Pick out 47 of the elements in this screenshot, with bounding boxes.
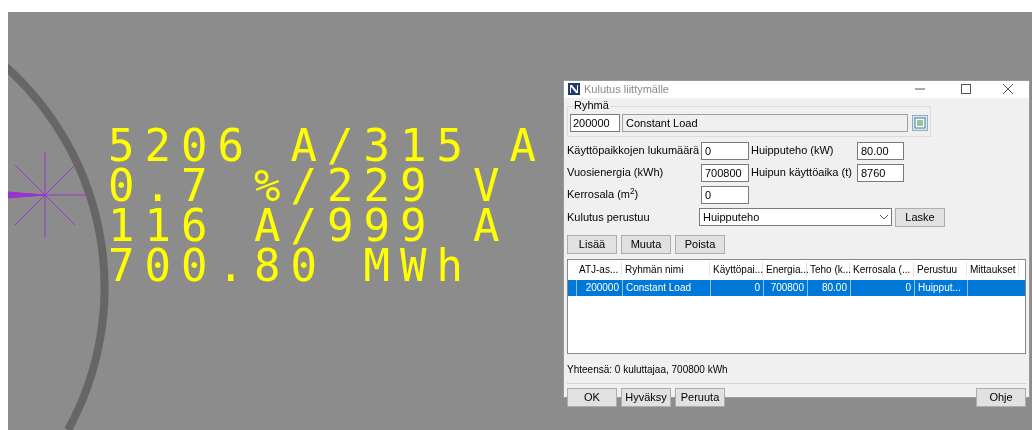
input-field[interactable]: 700800 bbox=[701, 163, 749, 182]
maximize-icon[interactable] bbox=[961, 84, 971, 95]
field-label: Kulutus perustuu bbox=[567, 209, 651, 225]
column-header[interactable]: Kerrosala (... bbox=[850, 262, 914, 277]
measurement-label: 0.7 %/229 V bbox=[108, 166, 510, 206]
basis-dropdown[interactable]: Huipputeho bbox=[699, 208, 892, 226]
measurement-label: 5206 A/315 A bbox=[108, 126, 546, 166]
column-header[interactable]: ATJ-as... bbox=[576, 262, 622, 277]
action-button[interactable]: Lisää bbox=[567, 234, 617, 254]
input-field[interactable]: 8760 bbox=[857, 163, 904, 182]
table-row[interactable]: 200000 Constant Load 0 700800 80.00 0 Huipput... bbox=[568, 279, 1025, 296]
action-button[interactable]: OK bbox=[567, 387, 617, 407]
action-button[interactable]: Poista bbox=[675, 234, 725, 254]
input-field[interactable]: 0 bbox=[701, 141, 749, 160]
table-cell: 700800 bbox=[763, 279, 807, 296]
table-cell: 0 bbox=[710, 279, 763, 296]
measurement-label: 700.80 MWh bbox=[108, 246, 474, 286]
table-cell: 200000 bbox=[576, 279, 622, 296]
column-header[interactable]: Teho (k... bbox=[807, 262, 850, 277]
table-cell: Constant Load bbox=[622, 279, 710, 296]
measurement-label: 116 A/999 A bbox=[108, 206, 511, 246]
field-label: Huipun käyttöaika (t) bbox=[751, 165, 853, 181]
calculate-button[interactable]: Laske bbox=[895, 207, 945, 227]
table-cell: Huipput... bbox=[914, 279, 967, 296]
action-button[interactable]: Hyväksy bbox=[621, 387, 671, 407]
help-button[interactable]: Ohje bbox=[976, 387, 1026, 407]
table-cell: 80.00 bbox=[807, 279, 850, 296]
group-code-field[interactable]: 200000 bbox=[570, 114, 620, 132]
field-label: Käyttöpaikkojen lukumäärä bbox=[567, 143, 699, 159]
close-icon[interactable] bbox=[1003, 84, 1013, 95]
action-button[interactable]: Peruuta bbox=[675, 387, 725, 407]
column-header[interactable]: Ryhmän nimi bbox=[622, 262, 710, 277]
input-field[interactable]: 80.00 bbox=[857, 141, 904, 160]
input-field[interactable]: 0 bbox=[701, 185, 749, 204]
summary-text: Yhteensä: 0 kuluttajaa, 700800 kWh bbox=[567, 362, 729, 377]
table-cell: 0 bbox=[850, 279, 914, 296]
chevron-icon bbox=[880, 214, 888, 220]
field-label: Vuosienergia (kWh) bbox=[567, 165, 665, 181]
field-label: Huipputeho (kW) bbox=[751, 143, 835, 159]
window-title: Kulutus liittymälle bbox=[584, 82, 670, 97]
column-header[interactable]: Perustuu bbox=[914, 262, 967, 277]
column-header[interactable]: Mittaukset bbox=[967, 262, 1019, 277]
column-header[interactable]: Käyttöpai... bbox=[710, 262, 763, 277]
action-button[interactable]: Muuta bbox=[621, 234, 671, 254]
field-label: Kerrosala (m$^{2}$) bbox=[567, 186, 640, 203]
group-name-field[interactable]: Constant Load bbox=[622, 114, 909, 132]
column-header[interactable]: Energia... bbox=[763, 262, 807, 277]
